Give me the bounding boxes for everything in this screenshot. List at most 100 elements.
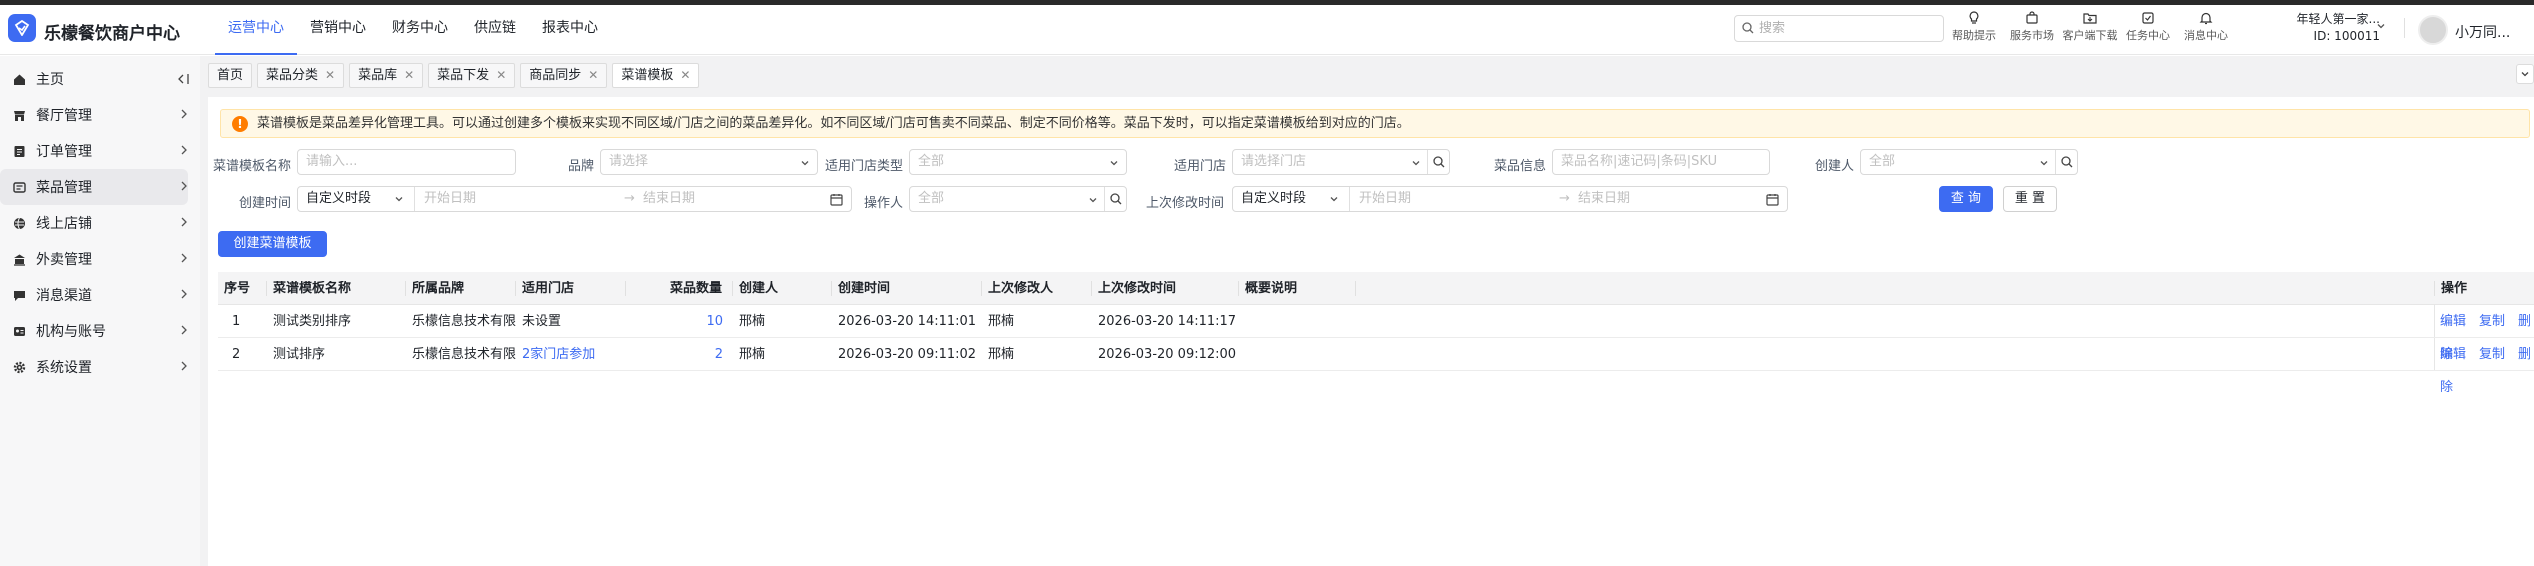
store-name: 年轻人第一家... — [2296, 12, 2380, 26]
chevron-right-icon — [181, 145, 187, 155]
service-market-label: 服务市场 — [2010, 29, 2054, 42]
col-header-brand: 所属品牌 — [406, 281, 516, 296]
edit-button[interactable]: 编辑 — [2440, 314, 2466, 329]
chevron-right-icon — [181, 253, 187, 263]
tab-product-sync[interactable]: 商品同步 ✕ — [520, 63, 608, 88]
sidebar-item-label: 主页 — [36, 72, 64, 88]
table-row: 2 测试排序 乐檬信息技术有限 2家门店参加 2 邢楠 2026-03-20 0… — [218, 338, 2534, 395]
filter-label-create-time: 创建时间 — [238, 196, 291, 211]
tab-label: 菜品下发 — [437, 68, 490, 83]
create-time-mode-select[interactable]: 自定义时段 — [298, 187, 415, 211]
dish-info-input[interactable]: 菜品名称|速记码|条码|SKU — [1552, 149, 1770, 175]
close-icon[interactable]: ✕ — [404, 68, 414, 82]
calendar-icon[interactable] — [1766, 193, 1779, 206]
dish-info-placeholder: 菜品名称|速记码|条码|SKU — [1561, 154, 1718, 169]
row-brand: 乐檬信息技术有限 — [412, 314, 516, 329]
close-icon[interactable]: ✕ — [496, 68, 506, 82]
sidebar-item-system-settings[interactable]: 系统设置 — [0, 349, 200, 385]
template-name-input[interactable]: 请输入... — [297, 149, 516, 175]
chevron-down-icon[interactable] — [2376, 21, 2386, 31]
main-content: 首页 菜品分类 ✕ 菜品库 ✕ 菜品下发 ✕ 商品同步 ✕ 菜谱模板 ✕ ! 菜谱模板是菜… — [200, 56, 2534, 566]
chevron-right-icon — [181, 181, 187, 191]
tab-label: 菜品分类 — [266, 68, 319, 83]
sidebar-item-orders[interactable]: 订单管理 — [0, 133, 200, 169]
tab-home[interactable]: 首页 — [208, 63, 253, 88]
sidebar-item-label: 系统设置 — [36, 360, 92, 376]
app-logo[interactable] — [8, 14, 36, 42]
row-dish-count-link[interactable]: 2 — [626, 338, 733, 371]
tab-dish-library[interactable]: 菜品库 ✕ — [349, 63, 424, 88]
sidebar-item-message-channel[interactable]: 消息渠道 — [0, 277, 200, 313]
filter-label-template-name: 菜谱模板名称 — [212, 159, 291, 174]
message-center-label: 消息中心 — [2184, 29, 2228, 42]
row-dish-count-link[interactable]: 10 — [626, 305, 733, 338]
chat-icon — [12, 288, 26, 302]
topnav-reports[interactable]: 报表中心 — [529, 5, 611, 55]
sidebar-item-delivery[interactable]: 外卖管理 — [0, 241, 200, 277]
query-button[interactable]: 查 询 — [1939, 186, 1993, 212]
chevron-down-icon — [1412, 161, 1420, 166]
reset-button[interactable]: 重 置 — [2003, 186, 2057, 212]
store-type-placeholder: 全部 — [918, 154, 945, 169]
action-column-divider — [2434, 338, 2435, 370]
sidebar-item-online-store[interactable]: 线上店铺 — [0, 205, 200, 241]
tab-label: 菜品库 — [358, 68, 398, 83]
tab-dish-distribution[interactable]: 菜品下发 ✕ — [428, 63, 516, 88]
brand-select[interactable]: 请选择 — [600, 149, 818, 175]
chevron-down-icon — [2521, 72, 2529, 77]
avatar[interactable] — [2418, 15, 2448, 45]
client-download-button[interactable]: 客户端下载 — [2061, 11, 2119, 43]
search-icon — [1742, 22, 1754, 34]
topnav-supply-chain[interactable]: 供应链 — [461, 5, 529, 55]
user-name[interactable]: 小万同... — [2455, 22, 2510, 42]
modify-end-date[interactable]: 结束日期 — [1578, 187, 1630, 211]
sidebar-item-dishes[interactable]: 菜品管理 — [0, 169, 188, 205]
topnav-operations[interactable]: 运营中心 — [215, 5, 297, 55]
task-center-button[interactable]: 任务中心 — [2119, 11, 2177, 43]
warning-icon: ! — [232, 116, 248, 132]
operator-select[interactable]: 全部 — [909, 186, 1127, 212]
global-search-input[interactable]: 搜索 — [1734, 15, 1944, 42]
collapse-sidebar-icon[interactable] — [177, 73, 190, 85]
close-icon[interactable]: ✕ — [680, 68, 690, 82]
modify-time-mode-select[interactable]: 自定义时段 — [1233, 187, 1350, 211]
close-icon[interactable]: ✕ — [588, 68, 598, 82]
message-center-button[interactable]: 消息中心 — [2177, 11, 2235, 43]
create-time-range[interactable]: 自定义时段 开始日期 → 结束日期 — [297, 186, 852, 212]
create-template-button[interactable]: 创建菜谱模板 — [218, 231, 327, 257]
help-tip-button[interactable]: 帮助提示 — [1945, 11, 2003, 43]
help-tip-label: 帮助提示 — [1952, 29, 1996, 42]
creator-search-button[interactable] — [2055, 150, 2077, 174]
close-icon[interactable]: ✕ — [325, 68, 335, 82]
home-icon — [12, 72, 26, 86]
copy-button[interactable]: 复制 — [2479, 314, 2505, 329]
tabs-more-button[interactable] — [2516, 64, 2534, 84]
menu-template-panel: ! 菜谱模板是菜品差异化管理工具。可以通过创建多个模板来实现不同区域/门店之间的… — [208, 97, 2534, 566]
copy-button[interactable]: 复制 — [2479, 347, 2505, 362]
modify-start-date[interactable]: 开始日期 — [1359, 187, 1411, 211]
modify-time-range[interactable]: 自定义时段 开始日期 → 结束日期 — [1232, 186, 1788, 212]
row-summary — [1239, 305, 1356, 338]
top-header: 乐檬餐饮商户中心 运营中心 营销中心 财务中心 供应链 报表中心 搜索 帮助提示… — [0, 5, 2534, 55]
tab-menu-template[interactable]: 菜谱模板 ✕ — [612, 63, 700, 88]
tab-label: 首页 — [217, 68, 244, 83]
store-select[interactable]: 请选择门店 — [1232, 149, 1450, 175]
sidebar-item-label: 餐厅管理 — [36, 108, 92, 124]
store-search-button[interactable] — [1427, 150, 1449, 174]
create-end-date[interactable]: 结束日期 — [643, 187, 695, 211]
store-type-select[interactable]: 全部 — [909, 149, 1127, 175]
topnav-finance[interactable]: 财务中心 — [379, 5, 461, 55]
row-stores-link[interactable]: 2家门店参加 — [516, 338, 626, 371]
store-switcher[interactable]: 年轻人第一家... ID: 100011 — [2268, 11, 2380, 45]
order-icon — [12, 144, 26, 158]
edit-button[interactable]: 编辑 — [2440, 347, 2466, 362]
creator-select[interactable]: 全部 — [1860, 149, 2078, 175]
create-start-date[interactable]: 开始日期 — [424, 187, 476, 211]
service-market-button[interactable]: 服务市场 — [2003, 11, 2061, 43]
sidebar-item-restaurant[interactable]: 餐厅管理 — [0, 97, 200, 133]
filter-label-creator: 创建人 — [1814, 159, 1854, 174]
topnav-marketing[interactable]: 营销中心 — [297, 5, 379, 55]
sidebar-item-organization[interactable]: 机构与账号 — [0, 313, 200, 349]
sidebar-item-home[interactable]: 主页 — [0, 61, 200, 97]
tab-dish-category[interactable]: 菜品分类 ✕ — [257, 63, 345, 88]
